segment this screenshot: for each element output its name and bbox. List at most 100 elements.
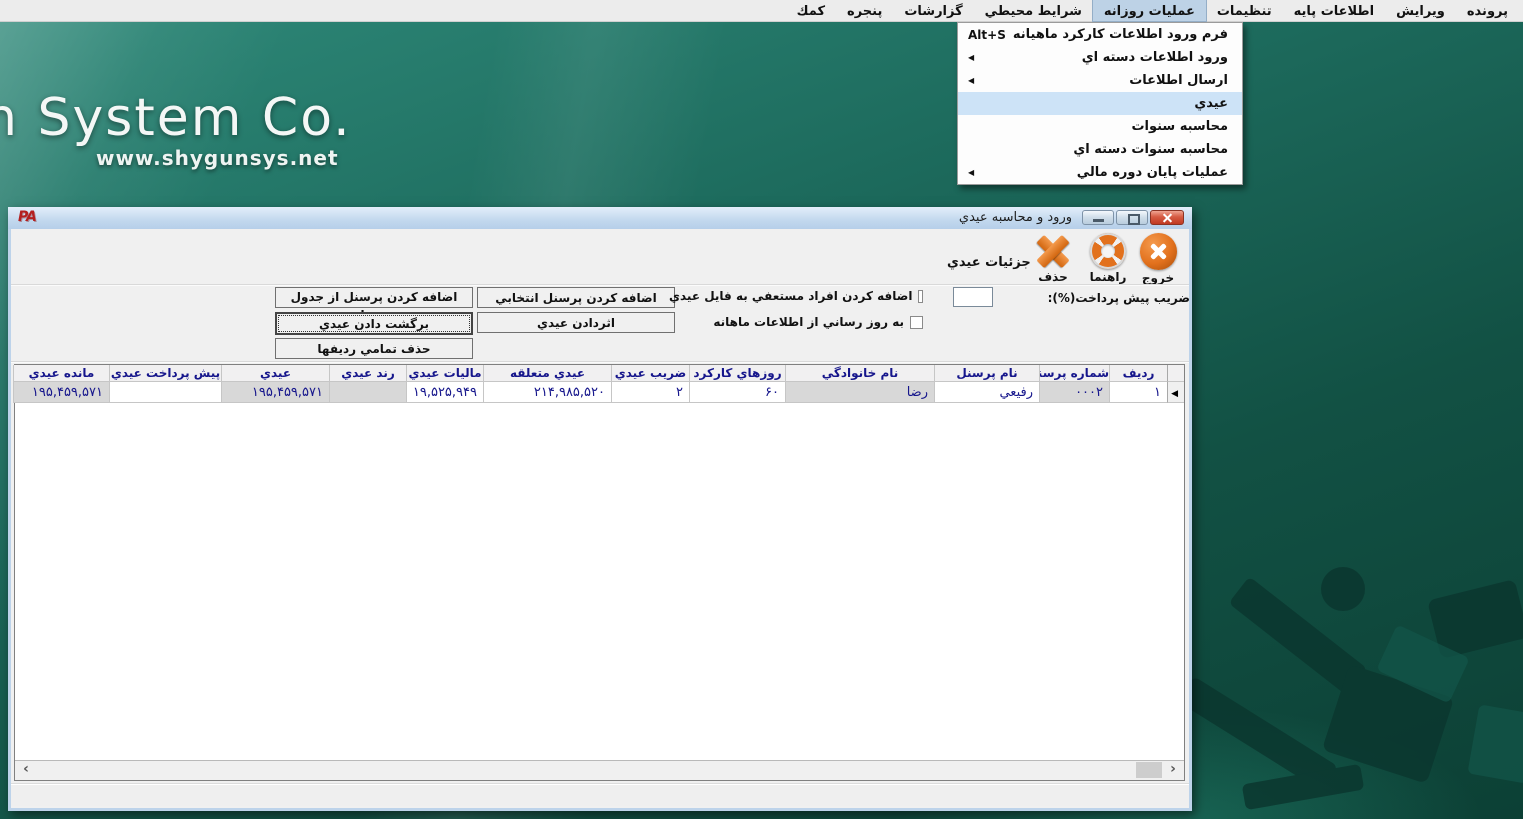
menu-bar: پرونده ويرايش اطلاعات پايه تنظيمات عمليا… xyxy=(0,0,1523,22)
submenu-arrow-icon: ◀ xyxy=(968,69,974,92)
col-header-eydi-prepayment[interactable]: پيش پرداخت عيدي xyxy=(109,365,221,382)
menu-item-fiscal-year-end-ops[interactable]: عمليات پايان دوره مالي ◀ xyxy=(958,161,1242,184)
cell-work-days[interactable]: ۶۰ xyxy=(689,382,785,403)
menu-item-seniority-calc[interactable]: محاسبه سنوات xyxy=(958,115,1242,138)
menu-item-edit[interactable]: ويرايش xyxy=(1385,0,1456,21)
help-toolbar-button[interactable]: راهنما xyxy=(1085,233,1131,284)
col-header-eydi-tax[interactable]: ماليات عيدي xyxy=(406,365,483,382)
menu-item-daily-operations[interactable]: عمليات روزانه xyxy=(1093,0,1206,21)
daily-operations-menu: فرم ورود اطلاعات كاركرد ماهيانه Alt+S ور… xyxy=(957,22,1243,185)
scroll-right-arrow-icon[interactable]: › xyxy=(1164,761,1182,779)
cell-eydi-tax[interactable]: ۱۹,۵۲۵,۹۴۹ xyxy=(406,382,483,403)
menu-item-label: عمليات پايان دوره مالي xyxy=(1077,165,1228,180)
col-header-eydi-balance[interactable]: مانده عيدي xyxy=(13,365,109,382)
add-selected-personnel-button[interactable]: اضافه كردن پرسنل انتخابي xyxy=(477,287,675,308)
maximize-button[interactable] xyxy=(1116,210,1148,225)
add-resigned-checkbox[interactable] xyxy=(918,290,923,303)
menu-shortcut: Alt+S xyxy=(968,28,1006,42)
desktop: { "menubar": { "items": [ {"label": "پرو… xyxy=(0,0,1523,819)
menu-item-label: عيدي xyxy=(1194,96,1228,111)
col-header-work-days[interactable]: روزهاي كاركرد xyxy=(689,365,785,382)
menu-item-settings[interactable]: تنظيمات xyxy=(1206,0,1283,21)
menu-item-monthly-work-entry-form[interactable]: فرم ورود اطلاعات كاركرد ماهيانه Alt+S xyxy=(958,23,1242,46)
col-header-radif[interactable]: رديف xyxy=(1109,365,1167,382)
cell-eydi-coefficient[interactable]: ۲ xyxy=(611,382,689,403)
cell-family-name[interactable]: رضا xyxy=(785,382,934,403)
exit-label: خروج xyxy=(1135,271,1181,285)
add-resigned-checkbox-row: اضافه كردن افراد مستعفي به فايل عيدي xyxy=(669,289,923,303)
col-header-eydi-round[interactable]: رند عيدي xyxy=(329,365,406,382)
revert-eydi-button[interactable]: برگشت دادن عيدي xyxy=(275,312,473,335)
col-header-family-name[interactable]: نام خانوادگي xyxy=(785,365,934,382)
cell-eydi[interactable]: ۱۹۵,۴۵۹,۵۷۱ xyxy=(221,382,329,403)
menu-item-batch-seniority-calc[interactable]: محاسبه سنوات دسته اي xyxy=(958,138,1242,161)
prepayment-coefficient-label: ضريب پيش پرداخت(%): xyxy=(1000,291,1189,305)
help-label: راهنما xyxy=(1085,270,1131,284)
wallpaper-url-text: www.shygunsys.net xyxy=(96,146,339,170)
menu-item-window[interactable]: پنجره xyxy=(836,0,893,21)
cell-eydi-due[interactable]: ۲۱۴,۹۸۵,۵۲۰ xyxy=(483,382,611,403)
divider xyxy=(11,284,1189,286)
exit-icon xyxy=(1140,233,1177,270)
prepayment-coefficient-input[interactable] xyxy=(953,287,993,307)
delete-all-rows-button[interactable]: حذف تمامي رديفها xyxy=(275,338,473,359)
delete-label: حذف xyxy=(1030,270,1076,284)
current-row-arrow-icon: ◀ xyxy=(1171,389,1178,399)
dialog-client-area: خروج راهنما حذف جزئيات عيدي اضافه كردن پ… xyxy=(11,229,1189,808)
menu-item-batch-data-entry[interactable]: ورود اطلاعات دسته اي ◀ xyxy=(958,46,1242,69)
menu-item-help[interactable]: كمك xyxy=(786,0,836,21)
dialog-title-bar[interactable]: PA ورود و محاسبه عيدي xyxy=(8,207,1192,229)
col-header-eydi-due[interactable]: عيدي متعلقه xyxy=(483,365,611,382)
wallpaper-figures-art xyxy=(1183,529,1523,819)
menu-item-send-data[interactable]: ارسال اطلاعات ◀ xyxy=(958,69,1242,92)
menu-item-reports[interactable]: گزارشات xyxy=(893,0,973,21)
col-header-personnel-name[interactable]: نام پرسنل xyxy=(934,365,1039,382)
apply-eydi-button[interactable]: اثردادن عيدي xyxy=(477,312,675,333)
maximize-icon xyxy=(1128,214,1140,225)
delete-cross-icon xyxy=(1033,233,1073,269)
scrollbar-thumb[interactable] xyxy=(1136,762,1162,778)
menu-item-label: محاسبه سنوات دسته اي xyxy=(1073,142,1228,157)
menu-item-file[interactable]: پرونده xyxy=(1456,0,1519,21)
eydi-dialog-window: PA ورود و محاسبه عيدي خروج راهنما حذف جز… xyxy=(8,207,1192,811)
submenu-arrow-icon: ◀ xyxy=(968,161,974,184)
menu-item-label: فرم ورود اطلاعات كاركرد ماهيانه xyxy=(1013,27,1228,42)
eydi-data-grid: رديف شماره پرسنل نام پرسنل نام خانوادگي … xyxy=(14,364,1185,781)
delete-toolbar-button[interactable]: حذف xyxy=(1030,233,1076,284)
minimize-icon xyxy=(1093,219,1104,222)
cell-personnel-number[interactable]: ۰۰۰۲ xyxy=(1039,382,1109,403)
col-header-personnel-number[interactable]: شماره پرسنل xyxy=(1039,365,1109,382)
menu-item-environment[interactable]: شرايط محيطي xyxy=(974,0,1093,21)
exit-toolbar-button[interactable]: خروج xyxy=(1135,233,1181,285)
cell-eydi-round[interactable] xyxy=(329,382,406,403)
scroll-left-arrow-icon[interactable]: ‹ xyxy=(17,761,35,779)
dialog-title: ورود و محاسبه عيدي xyxy=(959,210,1072,225)
grid-header-row: رديف شماره پرسنل نام پرسنل نام خانوادگي … xyxy=(15,365,1184,382)
cell-radif[interactable]: ۱ xyxy=(1109,382,1167,403)
row-selector-header xyxy=(1167,365,1184,382)
dialog-status-bar xyxy=(11,783,1189,806)
menu-item-eydi[interactable]: عيدي xyxy=(958,92,1242,115)
cell-eydi-prepayment[interactable] xyxy=(109,382,221,403)
divider xyxy=(11,361,1189,363)
add-resigned-label: اضافه كردن افراد مستعفي به فايل عيدي xyxy=(669,289,912,303)
menu-item-base-info[interactable]: اطلاعات پايه xyxy=(1283,0,1385,21)
current-row-selector[interactable]: ◀ xyxy=(1167,382,1184,403)
submenu-arrow-icon: ◀ xyxy=(968,46,974,69)
cell-eydi-balance[interactable]: ۱۹۵,۴۵۹,۵۷۱ xyxy=(13,382,109,403)
help-lifebuoy-icon xyxy=(1090,233,1126,269)
horizontal-scrollbar[interactable]: ‹ › xyxy=(15,760,1184,780)
cell-personnel-name[interactable]: رفيعي xyxy=(934,382,1039,403)
add-from-personnel-table-button[interactable]: اضافه كردن پرسنل از جدول پرسنل xyxy=(275,287,473,308)
menu-item-label: محاسبه سنوات xyxy=(1131,119,1228,134)
eydi-details-label: جزئيات عيدي xyxy=(947,255,1031,270)
col-header-eydi[interactable]: عيدي xyxy=(221,365,329,382)
update-monthly-checkbox[interactable] xyxy=(910,316,923,329)
col-header-eydi-coefficient[interactable]: ضريب عيدي xyxy=(611,365,689,382)
pa-app-icon: PA xyxy=(18,209,36,225)
minimize-button[interactable] xyxy=(1082,210,1114,225)
close-button[interactable] xyxy=(1150,210,1184,225)
menu-item-label: ارسال اطلاعات xyxy=(1129,73,1228,88)
grid-data-row[interactable]: ◀ ۱ ۰۰۰۲ رفيعي رضا ۶۰ ۲ ۲۱۴,۹۸۵,۵۲۰ ۱۹,۵… xyxy=(15,382,1184,403)
wallpaper-brand-text: n System Co. xyxy=(0,88,352,148)
